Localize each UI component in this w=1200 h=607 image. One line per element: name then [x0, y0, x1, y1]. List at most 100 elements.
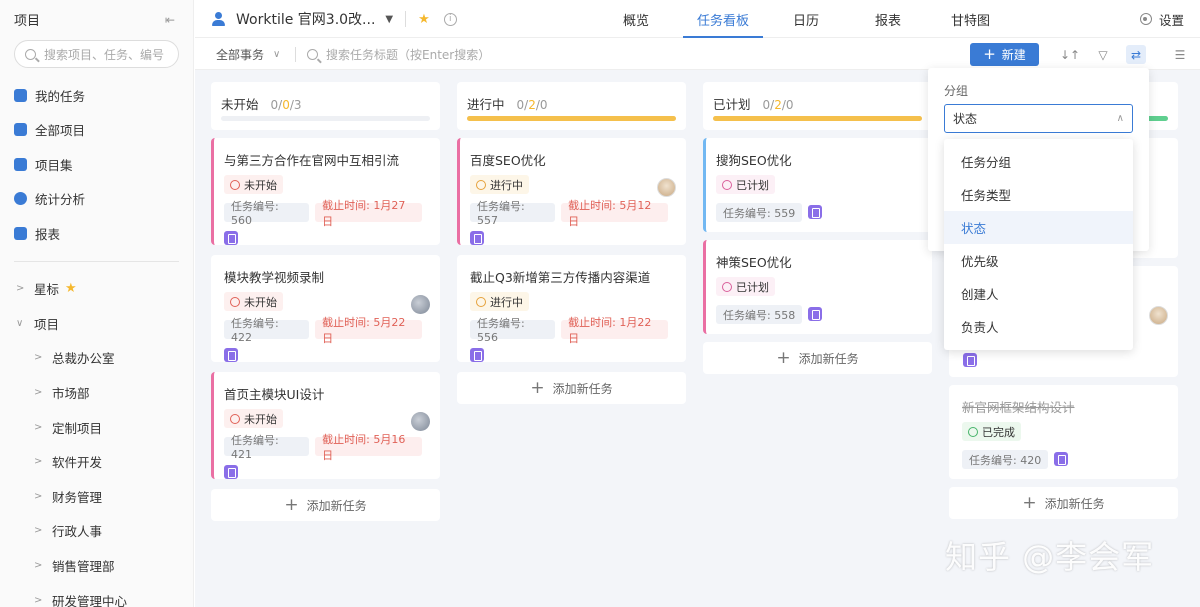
group-select[interactable]: 状态 ∧	[944, 104, 1133, 133]
task-number: 任务编号: 422	[224, 317, 310, 344]
task-title: 首页主模块UI设计	[224, 387, 325, 402]
status-icon	[722, 281, 732, 292]
sidebar-project-item[interactable]: > 销售管理部	[0, 548, 193, 583]
task-type-icon	[224, 348, 238, 362]
sidebar-project-item[interactable]: > 总裁办公室	[0, 341, 193, 376]
pie-chart-icon	[14, 192, 27, 206]
status-badge[interactable]: 已完成	[962, 422, 1021, 441]
collapse-sidebar-icon[interactable]: ⇤	[165, 13, 179, 27]
sidebar-search-placeholder: 搜索项目、任务、编号	[44, 47, 165, 62]
sidebar-item-reports[interactable]: 报表	[0, 216, 193, 251]
task-search-input[interactable]: 搜索任务标题（按Enter搜索）	[307, 39, 490, 70]
sidebar-search-input[interactable]: 搜索项目、任务、编号	[14, 40, 179, 68]
sidebar-project-item[interactable]: > 行政人事	[0, 514, 193, 549]
sidebar-projects-group[interactable]: ∨ 项目	[0, 306, 193, 341]
new-button-label: 新建	[1001, 48, 1026, 62]
group-option[interactable]: 负责人	[944, 310, 1133, 343]
group-option-selected[interactable]: 状态	[944, 211, 1133, 244]
status-badge[interactable]: 未开始	[224, 409, 283, 428]
task-number: 任务编号: 559	[716, 203, 803, 222]
add-task-button[interactable]: + 添加新任务	[703, 342, 932, 374]
chevron-right-icon: >	[34, 456, 43, 468]
task-number: 任务编号: 420	[962, 450, 1049, 469]
sort-icon[interactable]: ↓↑	[1060, 45, 1080, 64]
group-option[interactable]: 任务分组	[944, 145, 1133, 178]
task-card[interactable]: 百度SEO优化 进行中 任务编号: 557 截止时间: 5月12日	[457, 138, 686, 245]
group-option[interactable]: 优先级	[944, 244, 1133, 277]
avatar[interactable]	[657, 178, 676, 197]
plus-icon: +	[983, 45, 996, 63]
add-task-button[interactable]: + 添加新任务	[457, 372, 686, 404]
avatar[interactable]	[411, 295, 430, 314]
progress-fill	[713, 116, 922, 121]
project-label: 财务管理	[52, 489, 103, 505]
status-badge[interactable]: 进行中	[470, 175, 529, 194]
task-number: 任务编号: 421	[224, 434, 310, 461]
task-card[interactable]: 截止Q3新增第三方传播内容渠道 进行中 任务编号: 556 截止时间: 1月22…	[457, 255, 686, 362]
new-task-button[interactable]: + 新建	[970, 43, 1039, 66]
add-task-button[interactable]: + 添加新任务	[211, 489, 440, 521]
sidebar-project-item[interactable]: > 财务管理	[0, 479, 193, 514]
group-settings-icon[interactable]: ⇄	[1126, 45, 1146, 64]
tab-overview[interactable]: 概览	[623, 0, 649, 38]
tab-calendar[interactable]: 日历	[793, 0, 819, 38]
view-menu-icon[interactable]: ☰	[1170, 45, 1190, 64]
column-progress	[713, 116, 922, 121]
status-badge[interactable]: 进行中	[470, 292, 529, 311]
chevron-right-icon: >	[34, 560, 43, 572]
status-badge[interactable]: 未开始	[224, 175, 283, 194]
column-counts: 0/2/0	[762, 98, 794, 112]
task-card[interactable]: 新官网框架结构设计 已完成 任务编号: 420	[949, 385, 1178, 479]
settings-button[interactable]: 设置	[1139, 0, 1184, 38]
sidebar-project-item[interactable]: > 市场部	[0, 375, 193, 410]
project-label: 销售管理部	[52, 559, 115, 575]
count: 0	[282, 98, 290, 112]
tab-label: 任务看板	[697, 13, 750, 29]
group-option[interactable]: 创建人	[944, 277, 1133, 310]
star-icon[interactable]: ★	[418, 12, 430, 27]
avatar[interactable]	[411, 412, 430, 431]
group-options-list: 任务分组 任务类型 状态 优先级 创建人 负责人	[944, 139, 1133, 350]
task-due-date: 截止时间: 5月16日	[315, 433, 422, 462]
column-header: 进行中 0/2/0	[457, 82, 686, 130]
chevron-down-icon: ∨	[16, 317, 24, 329]
filter-funnel-icon[interactable]: ▽	[1093, 45, 1113, 64]
task-title: 搜狗SEO优化	[716, 153, 792, 168]
task-card[interactable]: 神策SEO优化 已计划 任务编号: 558	[703, 240, 932, 334]
sidebar-item-my-tasks[interactable]: 我的任务	[0, 78, 193, 113]
status-badge[interactable]: 未开始	[224, 292, 283, 311]
status-label: 未开始	[244, 412, 277, 426]
option-label: 状态	[961, 221, 987, 236]
group-option[interactable]: 任务类型	[944, 178, 1133, 211]
status-label: 进行中	[490, 178, 523, 192]
board-column-planned: 已计划 0/2/0 搜狗SEO优化 已计划 任务编号: 559 神策SEO优化 …	[703, 82, 932, 374]
option-label: 创建人	[961, 287, 999, 302]
task-number: 任务编号: 557	[470, 200, 556, 227]
add-task-button[interactable]: + 添加新任务	[949, 487, 1178, 519]
filter-select[interactable]: 全部事务 ∨	[216, 39, 280, 70]
info-icon[interactable]: i	[443, 12, 457, 26]
status-badge[interactable]: 已计划	[716, 277, 775, 296]
sidebar-item-project-set[interactable]: 项目集	[0, 147, 193, 182]
task-card[interactable]: 搜狗SEO优化 已计划 任务编号: 559	[703, 138, 932, 232]
tab-gantt[interactable]: 甘特图	[951, 0, 990, 38]
add-task-label: 添加新任务	[1044, 496, 1105, 511]
avatar[interactable]	[1149, 306, 1168, 325]
sidebar-starred-group[interactable]: > 星标 ★	[0, 272, 193, 307]
task-card[interactable]: 模块教学视频录制 未开始 任务编号: 422 截止时间: 5月22日	[211, 255, 440, 362]
project-switcher[interactable]: Worktile 官网3.0改... ▼ ★ i	[211, 0, 457, 38]
sidebar-item-all-projects[interactable]: 全部项目	[0, 113, 193, 148]
status-badge[interactable]: 已计划	[716, 175, 775, 194]
task-card[interactable]: 与第三方合作在官网中互相引流 未开始 任务编号: 560 截止时间: 1月27日	[211, 138, 440, 245]
task-card[interactable]: 首页主模块UI设计 未开始 任务编号: 421 截止时间: 5月16日	[211, 372, 440, 479]
sidebar-item-statistics[interactable]: 统计分析	[0, 182, 193, 217]
status-label: 进行中	[490, 295, 523, 309]
sidebar-project-item[interactable]: > 定制项目	[0, 410, 193, 445]
tab-task-board[interactable]: 任务看板	[682, 0, 764, 38]
sidebar-project-item[interactable]: > 软件开发	[0, 444, 193, 479]
count: 3	[293, 98, 302, 112]
sidebar-project-item[interactable]: > 研发管理中心	[0, 583, 193, 607]
search-icon	[307, 49, 318, 60]
tab-reports[interactable]: 报表	[875, 0, 901, 38]
count: 2	[528, 98, 536, 112]
